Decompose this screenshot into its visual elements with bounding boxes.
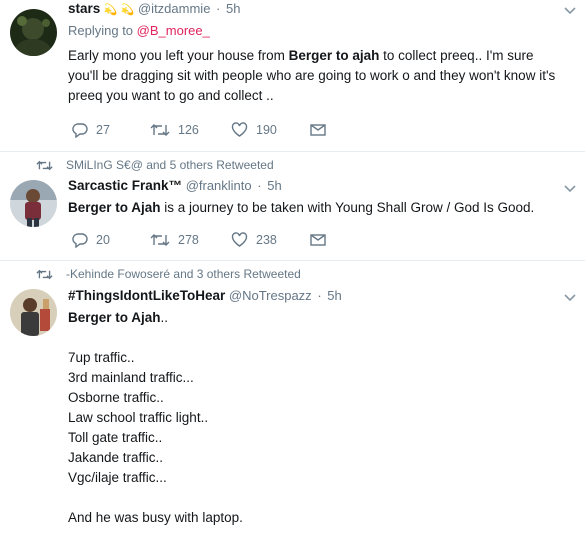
retweet-icon: [36, 269, 53, 280]
chevron-down-icon[interactable]: [563, 6, 577, 16]
timestamp[interactable]: 5h: [327, 288, 341, 303]
retweet-count: 278: [178, 233, 199, 247]
avatar[interactable]: [10, 289, 57, 336]
replying-to-link[interactable]: @B_moree_: [137, 23, 210, 38]
reply-button[interactable]: 27: [72, 121, 110, 139]
display-name[interactable]: Sarcastic Frank™: [68, 178, 182, 193]
retweeted-by-text[interactable]: -Kehinde Fowoseré and 3 others Retweeted: [66, 266, 301, 282]
retweet-count: 126: [178, 123, 199, 137]
user-handle[interactable]: @franklinto: [186, 178, 252, 193]
display-name[interactable]: #ThingsIdontLikeToHear: [68, 288, 225, 303]
replying-label: Replying to: [68, 23, 137, 38]
tweet-header: Sarcastic Frank™ @franklinto · 5h: [68, 177, 561, 195]
direct-message-button[interactable]: [310, 231, 326, 249]
tweet-text-bold: Berger to ajah: [288, 48, 380, 63]
avatar-image-icon: [10, 180, 57, 227]
tweet-line: Toll gate traffic..: [68, 430, 163, 445]
reply-icon: [72, 123, 88, 138]
direct-message-button[interactable]: [310, 121, 326, 139]
reply-count: 20: [96, 233, 110, 247]
reply-icon: [72, 233, 88, 248]
tweet-line: Osborne traffic..: [68, 390, 164, 405]
like-count: 238: [256, 233, 277, 247]
tweet-text-bold: Berger to Ajah: [68, 310, 161, 325]
star-emoji-icon: 💫 💫: [103, 4, 135, 16]
tweet-text-part: Early mono you left your house from: [68, 48, 289, 63]
tweet-text: Early mono you left your house from Berg…: [68, 46, 561, 106]
separator-dot: ·: [317, 288, 322, 303]
retweet-icon: [150, 124, 170, 136]
tweet-actions: 27 126 190: [72, 121, 372, 139]
tweet-line: 3rd mainland traffic...: [68, 370, 194, 385]
user-handle[interactable]: @NoTrespazz: [229, 288, 312, 303]
tweet-line: And he was busy with laptop.: [68, 510, 243, 525]
separator-dot: ·: [216, 1, 221, 16]
tweet-text-bold: Berger to Ajah: [68, 200, 161, 215]
separator-dot: ·: [257, 178, 262, 193]
tweet-text-part: is a journey to be taken with Young Shal…: [160, 200, 535, 215]
retweet-button[interactable]: 126: [150, 121, 199, 139]
tweet-2[interactable]: SMiLInG S€@ and 5 others Retweeted Sarca…: [0, 152, 585, 261]
envelope-icon: [310, 234, 326, 246]
timestamp[interactable]: 5h: [267, 178, 281, 193]
like-button[interactable]: 238: [231, 231, 277, 249]
tweet-text-part: ..: [160, 310, 169, 325]
avatar[interactable]: [10, 180, 57, 227]
display-name[interactable]: stars: [68, 1, 100, 16]
like-button[interactable]: 190: [231, 121, 277, 139]
tweet-1[interactable]: stars 💫 💫 @itzdammie · 5h Replying to @B…: [0, 0, 585, 152]
avatar[interactable]: [10, 9, 57, 56]
tweet-text: Berger to Ajah..: [68, 308, 561, 328]
tweet-header: #ThingsIdontLikeToHear @NoTrespazz · 5h: [68, 287, 561, 305]
reply-count: 27: [96, 123, 110, 137]
avatar-image-icon: [10, 289, 57, 336]
replying-to: Replying to @B_moree_: [68, 22, 561, 40]
chevron-down-icon[interactable]: [563, 293, 577, 303]
retweeted-by-text[interactable]: SMiLInG S€@ and 5 others Retweeted: [66, 157, 274, 173]
heart-icon: [231, 122, 248, 137]
reply-button[interactable]: 20: [72, 231, 110, 249]
chevron-down-icon[interactable]: [563, 184, 577, 194]
tweet-actions: 20 278 238: [72, 231, 372, 249]
tweet-line: 7up traffic..: [68, 350, 135, 365]
envelope-icon: [310, 124, 326, 136]
like-count: 190: [256, 123, 277, 137]
tweet-line: Jakande traffic..: [68, 450, 164, 465]
tweet-3[interactable]: -Kehinde Fowoseré and 3 others Retweeted…: [0, 261, 585, 534]
user-handle[interactable]: @itzdammie: [138, 1, 210, 16]
tweet-text: Berger to Ajah is a journey to be taken …: [68, 198, 561, 218]
tweet-text-lines: 7up traffic.. 3rd mainland traffic... Os…: [68, 348, 561, 528]
retweet-icon: [150, 234, 170, 246]
heart-icon: [231, 232, 248, 247]
tweet-line: Vgc/ilaje traffic...: [68, 470, 167, 485]
retweet-icon: [36, 160, 53, 171]
tweet-header: stars 💫 💫 @itzdammie · 5h: [68, 0, 561, 19]
tweet-line: Law school traffic light..: [68, 410, 209, 425]
timestamp[interactable]: 5h: [226, 1, 240, 16]
retweet-button[interactable]: 278: [150, 231, 199, 249]
avatar-image-icon: [10, 9, 57, 56]
